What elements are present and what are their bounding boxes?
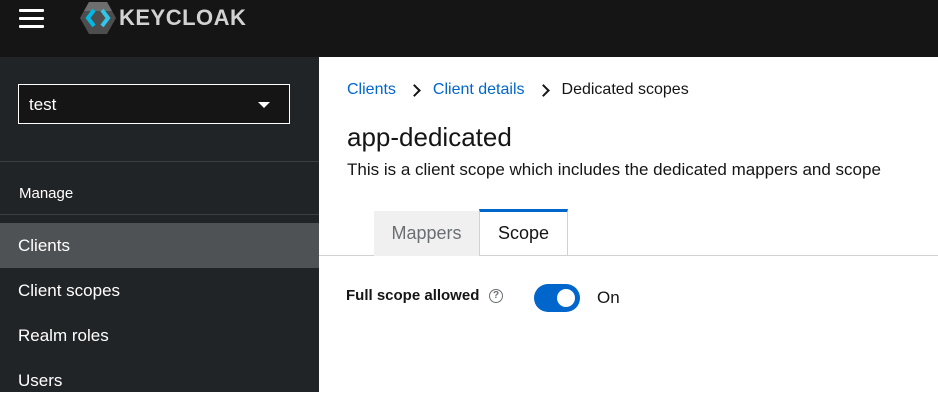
breadcrumb: Clients Client details Dedicated scopes [347, 81, 689, 99]
breadcrumb-clients[interactable]: Clients [347, 81, 396, 99]
full-scope-label: Full scope allowed [346, 287, 480, 304]
sidebar-item-label: Clients [18, 236, 70, 255]
sidebar-item-client-scopes[interactable]: Client scopes [0, 268, 319, 313]
realm-selector[interactable]: test [18, 84, 290, 124]
tab-label: Scope [497, 223, 550, 243]
sidebar-item-label: Realm roles [18, 326, 109, 345]
sidebar-item-label: Client scopes [18, 281, 121, 300]
sidebar-divider [0, 214, 319, 215]
tab-label: Mappers [391, 223, 462, 243]
chevron-right-icon [408, 83, 421, 97]
toggle-knob [557, 289, 575, 307]
page-title: app-dedicated [347, 122, 512, 152]
nav-section-manage: Manage [19, 185, 74, 202]
sidebar-divider [0, 161, 319, 162]
keycloak-logo-icon [80, 2, 116, 34]
breadcrumb-client-details[interactable]: Client details [433, 81, 525, 99]
realm-selector-value: test [29, 95, 57, 114]
full-scope-toggle-state: On [597, 288, 620, 307]
sidebar-item-clients[interactable]: Clients [0, 223, 319, 268]
brand[interactable]: KEYCLOAK [79, 0, 246, 36]
sidebar: test Manage Clients Client scopes Realm … [0, 57, 319, 392]
question-circle-icon[interactable]: ? [489, 289, 503, 303]
full-scope-toggle[interactable] [534, 284, 580, 312]
sidebar-item-label: Users [18, 371, 63, 390]
page-description: This is a client scope which includes th… [347, 160, 881, 179]
tab-mappers[interactable]: Mappers [374, 211, 479, 256]
chevron-right-icon [536, 83, 550, 97]
hamburger-icon[interactable] [19, 8, 44, 30]
brand-name: KEYCLOAK [119, 5, 247, 30]
sidebar-item-realm-roles[interactable]: Realm roles [0, 313, 319, 358]
sidebar-item-users[interactable]: Users [0, 358, 319, 403]
tab-scope[interactable]: Scope [479, 209, 568, 255]
caret-down-icon [258, 102, 270, 108]
masthead: KEYCLOAK [0, 0, 938, 57]
breadcrumb-current: Dedicated scopes [561, 81, 689, 98]
